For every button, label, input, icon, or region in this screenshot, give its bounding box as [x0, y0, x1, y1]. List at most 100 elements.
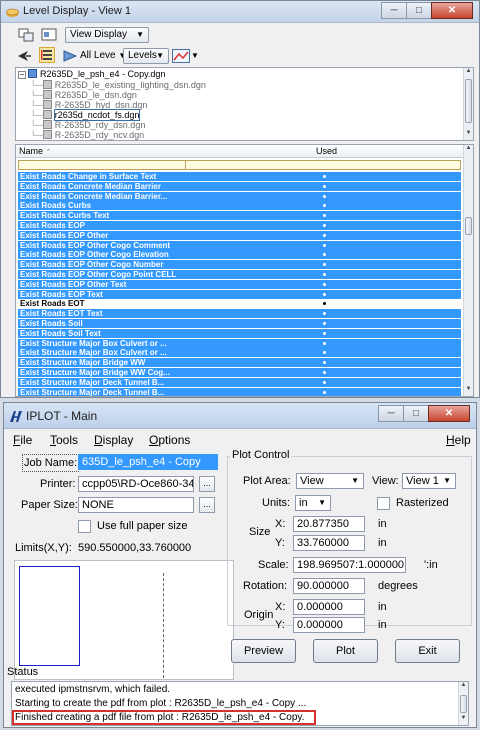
target-arrow-icon[interactable]	[16, 48, 32, 64]
level-name: Exist Roads EOP Other Cogo Number	[20, 260, 164, 270]
close-button[interactable]: ✕	[428, 405, 470, 422]
level-row[interactable]: Exist Structure Major Bridge WW Cog...	[18, 368, 461, 377]
rotation-input[interactable]: 90.000000	[293, 578, 365, 594]
filter-arrow-icon[interactable]	[63, 48, 77, 64]
size-y-input[interactable]: 33.760000	[293, 535, 365, 551]
paper-size-browse-button[interactable]: ...	[199, 497, 215, 513]
paper-size-label: Paper Size:	[21, 499, 78, 511]
level-row[interactable]: Exist Roads EOP Other Cogo Comment	[18, 240, 461, 250]
rasterized-checkbox[interactable]	[377, 497, 390, 510]
scroll-up-icon[interactable]: ▲	[459, 682, 468, 692]
level-used-indicator	[323, 312, 326, 316]
iplot-app-icon	[10, 411, 22, 422]
plot-button[interactable]: Plot	[313, 639, 378, 663]
scroll-thumb[interactable]	[465, 217, 472, 235]
level-row[interactable]: Exist Roads EOP Other Cogo Number	[18, 260, 461, 270]
levels-dropdown[interactable]: Levels ▼	[123, 48, 169, 64]
level-name: Exist Roads EOP Other Cogo Elevation	[20, 250, 169, 260]
level-row[interactable]: Exist Roads Concrete Median Barrier...	[18, 191, 461, 201]
all-levels-dropdown[interactable]: All Leve ▼	[80, 48, 126, 64]
scroll-up-icon[interactable]: ▲	[464, 145, 473, 155]
origin-x-input[interactable]: 0.000000	[293, 599, 365, 615]
plot-area-select[interactable]: View ▼	[296, 473, 364, 489]
menu-display[interactable]: Display	[94, 433, 133, 447]
scroll-up-icon[interactable]: ▲	[464, 68, 473, 78]
exit-button[interactable]: Exit	[395, 639, 460, 663]
close-button[interactable]: ✕	[431, 2, 473, 19]
use-full-paper-checkbox[interactable]	[78, 520, 91, 533]
tree-item[interactable]: └─ R-2635D_rdy_ncv.dgn	[30, 130, 144, 140]
menu-tools[interactable]: Tools	[50, 433, 78, 447]
status-log[interactable]: executed ipmstnsrvm, which failed. Start…	[11, 681, 469, 726]
printer-input[interactable]: ccpp05\RD-Oce860-34	[78, 476, 194, 492]
level-row[interactable]: Exist Roads EOT	[18, 299, 461, 309]
file-tree[interactable]: − R2635D_le_psh_e4 - Copy.dgn └─ R2635D_le…	[15, 67, 474, 141]
view-select[interactable]: View 1 ▼	[402, 473, 456, 489]
level-row[interactable]: Exist Roads Concrete Median Barrier	[18, 181, 461, 191]
dgn-file-icon	[42, 90, 52, 99]
origin-y-input[interactable]: 0.000000	[293, 617, 365, 633]
dgn-file-icon	[42, 120, 52, 129]
units-select[interactable]: in ▼	[295, 495, 331, 511]
scroll-thumb[interactable]	[465, 79, 472, 123]
menu-help[interactable]: Help	[446, 433, 471, 447]
scale-input[interactable]: 198.969507:1.000000	[293, 557, 406, 573]
level-display-chart-icon[interactable]	[172, 48, 190, 64]
tree-scrollbar[interactable]: ▲ ▼	[463, 68, 473, 140]
view-display-dropdown[interactable]: View Display ▼	[65, 27, 149, 43]
level-row[interactable]: Exist Roads EOP	[18, 221, 461, 230]
level-row[interactable]: Exist Roads EOP Text	[18, 289, 461, 299]
level-row[interactable]: Exist Roads Change in Surface Text	[18, 172, 461, 181]
scroll-thumb[interactable]	[460, 695, 467, 713]
level-row[interactable]: Exist Roads Curbs Text	[18, 211, 461, 221]
menu-options[interactable]: Options	[149, 433, 190, 447]
level-name: Exist Roads EOP Other Cogo Point CELL	[20, 270, 177, 279]
scroll-down-icon[interactable]: ▼	[464, 386, 473, 396]
level-row[interactable]: Exist Roads Curbs	[18, 201, 461, 211]
size-x-input[interactable]: 20.877350	[293, 516, 365, 532]
paper-size-input[interactable]: NONE	[78, 497, 194, 513]
chevron-down-icon[interactable]: ▼	[191, 48, 199, 64]
levels-list-scrollbar[interactable]: ▲ ▼	[463, 145, 473, 396]
level-row[interactable]: Exist Roads EOP Other	[18, 230, 461, 240]
used-column-header[interactable]: Used	[316, 145, 337, 157]
scroll-down-icon[interactable]: ▼	[464, 130, 473, 140]
level-display-titlebar[interactable]: Level Display - View 1 ─ □ ✕	[1, 1, 479, 23]
maximize-button[interactable]: □	[403, 405, 429, 422]
name-column-header[interactable]: Name ⌃	[19, 145, 51, 159]
menu-file[interactable]: File	[13, 433, 32, 447]
level-row[interactable]: Exist Structure Major Box Culvert or ...	[18, 348, 461, 358]
levels-list[interactable]: Name ⌃ Used Exist Roads Change in Surfac…	[15, 144, 474, 397]
level-row[interactable]: Exist Structure Major Deck Tunnel B...	[18, 387, 461, 396]
printer-browse-button[interactable]: ...	[199, 476, 215, 492]
level-filter-row[interactable]	[18, 160, 461, 170]
level-row[interactable]: Exist Structure Major Bridge WW	[18, 358, 461, 368]
job-name-input[interactable]: 635D_le_psh_e4 - Copy	[78, 454, 218, 470]
maximize-button[interactable]: □	[406, 2, 432, 19]
tree-root[interactable]: − R2635D_le_psh_e4 - Copy.dgn	[18, 69, 165, 80]
scroll-down-icon[interactable]: ▼	[459, 715, 468, 725]
level-row[interactable]: Exist Roads EOT Text	[18, 309, 461, 319]
level-used-indicator	[323, 351, 326, 355]
level-row[interactable]: Exist Roads Soil	[18, 319, 461, 328]
level-row[interactable]: Exist Structure Major Deck Tunnel B...	[18, 377, 461, 387]
preview-button[interactable]: Preview	[231, 639, 296, 663]
plot-preview-border	[163, 573, 164, 678]
level-row[interactable]: Exist Roads Soil Text	[18, 328, 461, 338]
level-manager-icon[interactable]	[39, 47, 55, 63]
level-row[interactable]: Exist Roads EOP Other Cogo Elevation	[18, 250, 461, 260]
level-row[interactable]: Exist Structure Major Box Culvert or ...	[18, 338, 461, 348]
level-name: Exist Roads Change in Surface Text	[20, 172, 157, 181]
level-row[interactable]: Exist Roads EOP Other Cogo Point CELL	[18, 270, 461, 279]
view-attributes-icon[interactable]	[18, 27, 34, 43]
minimize-button[interactable]: ─	[378, 405, 404, 422]
level-row[interactable]: Exist Roads EOP Other Text	[18, 279, 461, 289]
level-name: Exist Roads Soil	[20, 319, 83, 328]
status-scrollbar[interactable]: ▲ ▼	[458, 682, 468, 725]
level-name: Exist Roads Curbs	[20, 201, 92, 211]
view-icon[interactable]	[41, 27, 57, 43]
minimize-button[interactable]: ─	[381, 2, 407, 19]
size-y-label: Y:	[275, 537, 285, 549]
collapse-icon[interactable]: −	[18, 71, 26, 79]
iplot-titlebar[interactable]: IPLOT - Main ─ □ ✕	[4, 403, 476, 429]
